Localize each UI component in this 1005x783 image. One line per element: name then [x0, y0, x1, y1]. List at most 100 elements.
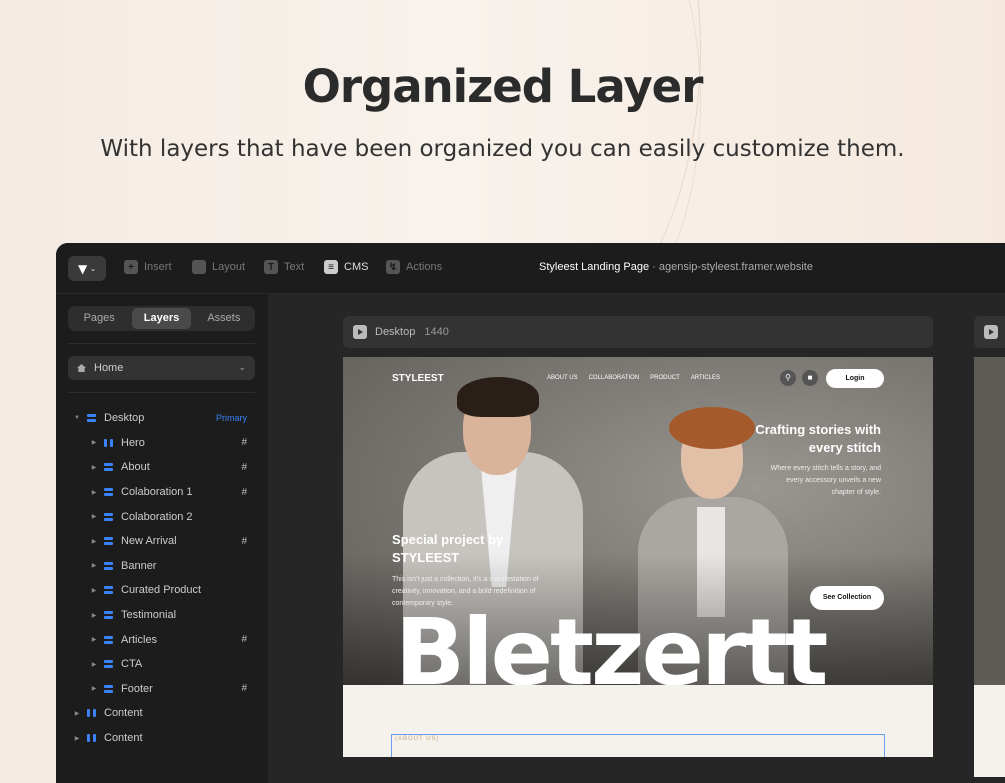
- about-section: (ABOUT US): [343, 685, 933, 757]
- selected-frame[interactable]: (ABOUT US): [391, 734, 885, 757]
- chevron-down-icon: ⌄: [90, 264, 97, 273]
- expand-arrow-icon[interactable]: ▼: [73, 415, 81, 421]
- database-icon: ≡: [324, 260, 338, 274]
- craft-heading: Crafting stories with every stitch: [755, 422, 881, 455]
- site-brand[interactable]: STYLEEST: [392, 373, 444, 384]
- stack-icon: [104, 561, 113, 570]
- layer-label: New Arrival: [121, 535, 177, 548]
- hash-icon: #: [241, 634, 247, 646]
- layer-label: Content: [104, 707, 143, 720]
- expand-arrow-icon[interactable]: ▶: [90, 538, 98, 545]
- page-select-label: Home: [94, 362, 124, 374]
- hash-icon: #: [241, 486, 247, 498]
- layer-label: Testimonial: [121, 609, 177, 622]
- expand-arrow-icon[interactable]: ▶: [73, 735, 81, 742]
- frame-header-secondary[interactable]: [974, 316, 1005, 348]
- layer-curated-product[interactable]: ▶ Curated Product: [56, 578, 267, 603]
- nav-link-product[interactable]: PRODUCT: [650, 375, 680, 381]
- site-nav: STYLEEST ABOUT US COLLABORATION PRODUCT …: [392, 368, 884, 388]
- page-subtitle: With layers that have been organized you…: [100, 136, 905, 162]
- craft-text: Where every stitch tells a story, and ev…: [770, 465, 881, 496]
- expand-arrow-icon[interactable]: ▶: [90, 587, 98, 594]
- expand-arrow-icon[interactable]: ▶: [90, 612, 98, 619]
- hash-icon: #: [241, 683, 247, 695]
- plus-icon: +: [124, 260, 138, 274]
- stack-icon: [104, 512, 113, 521]
- bag-icon[interactable]: ■: [802, 370, 818, 386]
- layer-label: Articles: [121, 633, 158, 646]
- layer-label: Hero: [121, 436, 145, 449]
- layer-footer[interactable]: ▶ Footer #: [56, 677, 267, 702]
- nav-link-collaboration[interactable]: COLLABORATION: [589, 375, 640, 381]
- primary-tag: Primary: [216, 413, 247, 424]
- login-button[interactable]: Login: [826, 369, 884, 388]
- expand-arrow-icon[interactable]: ▶: [90, 636, 98, 643]
- hero-section: [974, 357, 1005, 685]
- layer-label: Colaboration 2: [121, 510, 193, 523]
- layer-testimonial[interactable]: ▶ Testimonial: [56, 603, 267, 628]
- layer-label: Banner: [121, 559, 157, 572]
- cms-button[interactable]: ≡ CMS: [324, 260, 368, 274]
- search-icon[interactable]: ⚲: [780, 370, 796, 386]
- layer-desktop[interactable]: ▼ Desktop Primary: [56, 406, 267, 431]
- play-icon[interactable]: [353, 325, 367, 339]
- expand-arrow-icon[interactable]: ▶: [90, 464, 98, 471]
- play-icon[interactable]: [984, 325, 998, 339]
- home-icon: [77, 364, 86, 372]
- layer-label: Curated Product: [121, 584, 202, 597]
- layer-content[interactable]: ▶ Content: [56, 726, 267, 751]
- nav-link-about[interactable]: ABOUT US: [547, 375, 578, 381]
- expand-arrow-icon[interactable]: ▶: [90, 562, 98, 569]
- stack-icon: [104, 611, 113, 620]
- layout-icon: [192, 260, 206, 274]
- tab-pages[interactable]: Pages: [70, 308, 128, 329]
- canvas[interactable]: Desktop 1440 STYLEEST ABOUT US COLLABORA…: [268, 294, 1005, 783]
- expand-arrow-icon[interactable]: ▶: [90, 513, 98, 520]
- expand-arrow-icon[interactable]: ▶: [90, 439, 98, 446]
- layout-label: Layout: [212, 261, 246, 273]
- page-select[interactable]: Home ⌄: [68, 356, 255, 380]
- site-preview[interactable]: STYLEEST ABOUT US COLLABORATION PRODUCT …: [343, 357, 933, 757]
- toolbar: ▼ ⌄ + Insert Layout T Text ≡ CMS ↯ Actio…: [56, 243, 1005, 294]
- layer-articles[interactable]: ▶ Articles #: [56, 627, 267, 652]
- about-label: (ABOUT US): [395, 736, 440, 742]
- framer-logo-icon: ▼: [77, 261, 88, 276]
- project-title[interactable]: Styleest Landing Page · agensip-styleest…: [539, 261, 813, 273]
- tab-layers[interactable]: Layers: [132, 308, 191, 329]
- layer-tree: ▼ Desktop Primary ▶ Hero # ▶ About # ▶ C…: [56, 406, 267, 750]
- layer-banner[interactable]: ▶ Banner: [56, 554, 267, 579]
- expand-arrow-icon[interactable]: ▶: [90, 661, 98, 668]
- site-preview-secondary[interactable]: [974, 357, 1005, 777]
- expand-arrow-icon[interactable]: ▶: [73, 710, 81, 717]
- layer-about[interactable]: ▶ About #: [56, 455, 267, 480]
- stack-icon: [104, 537, 113, 546]
- layer-content[interactable]: ▶ Content: [56, 701, 267, 726]
- actions-button[interactable]: ↯ Actions: [386, 260, 442, 274]
- hero-section: STYLEEST ABOUT US COLLABORATION PRODUCT …: [343, 357, 933, 685]
- framer-menu-button[interactable]: ▼ ⌄: [68, 256, 106, 281]
- frame-size: 1440: [424, 326, 449, 338]
- project-url: agensip-styleest.framer.website: [658, 261, 813, 273]
- layer-colaboration-2[interactable]: ▶ Colaboration 2: [56, 504, 267, 529]
- stack-icon: [104, 635, 113, 644]
- layer-hero[interactable]: ▶ Hero #: [56, 431, 267, 456]
- tab-assets[interactable]: Assets: [195, 308, 253, 329]
- craft-block: Crafting stories with every stitch Where…: [751, 421, 881, 499]
- nav-link-articles[interactable]: ARTICLES: [691, 375, 720, 381]
- editor-window: ▼ ⌄ + Insert Layout T Text ≡ CMS ↯ Actio…: [56, 243, 1005, 783]
- layer-cta[interactable]: ▶ CTA: [56, 652, 267, 677]
- frame-header[interactable]: Desktop 1440: [343, 316, 933, 348]
- actions-label: Actions: [406, 261, 443, 273]
- text-button[interactable]: T Text: [264, 260, 304, 274]
- cms-label: CMS: [344, 261, 369, 273]
- expand-arrow-icon[interactable]: ▶: [90, 685, 98, 692]
- layer-new-arrival[interactable]: ▶ New Arrival #: [56, 529, 267, 554]
- columns-icon: [87, 709, 96, 718]
- layer-colaboration-1[interactable]: ▶ Colaboration 1 #: [56, 480, 267, 505]
- project-name: Styleest Landing Page: [539, 261, 650, 273]
- layer-label: CTA: [121, 658, 143, 671]
- text-label: Text: [284, 261, 305, 273]
- insert-button[interactable]: + Insert: [124, 260, 172, 274]
- layout-button[interactable]: Layout: [192, 260, 245, 274]
- expand-arrow-icon[interactable]: ▶: [90, 489, 98, 496]
